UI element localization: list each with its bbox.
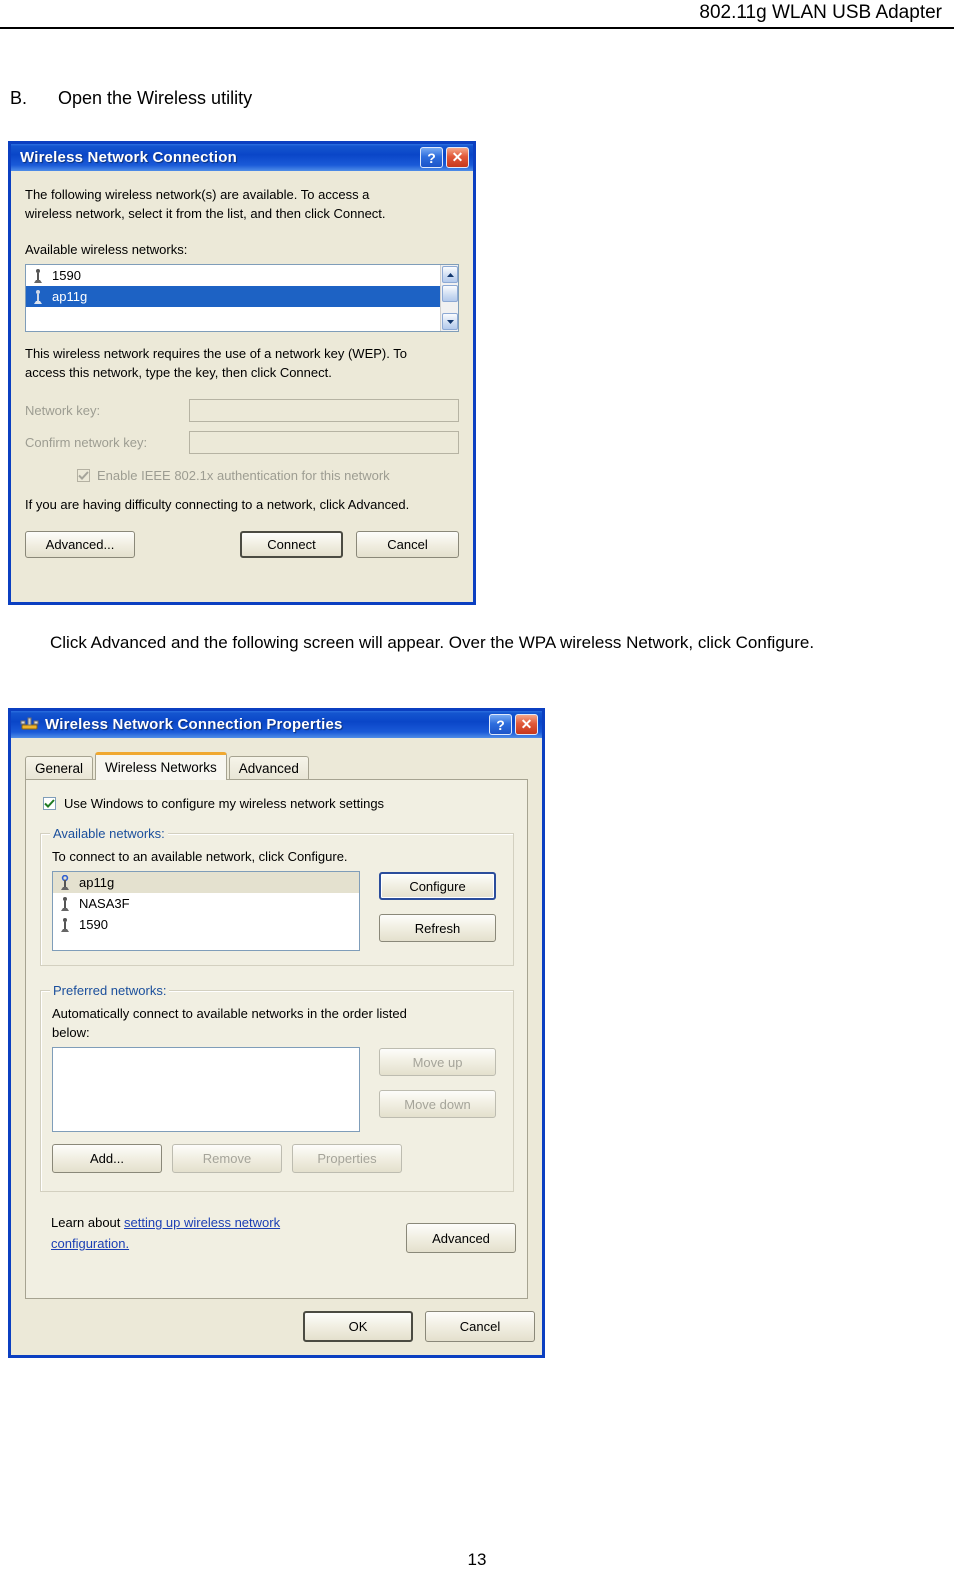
preferred-networks-hint-line2: below: xyxy=(52,1025,90,1040)
tab-general-label: General xyxy=(35,761,84,776)
wireless-network-connection-properties-dialog: Wireless Network Connection Properties ?… xyxy=(8,708,545,1358)
list-item[interactable]: ap11g xyxy=(26,286,458,307)
preferred-networks-listbox[interactable] xyxy=(52,1047,360,1132)
wireless-networks-tab-panel: Use Windows to configure my wireless net… xyxy=(25,779,528,1299)
preferred-networks-group-title: Preferred networks: xyxy=(50,983,170,998)
instruction-paragraph: Click Advanced and the following screen … xyxy=(50,633,815,652)
scroll-thumb[interactable] xyxy=(442,285,458,302)
dialog1-title-buttons: ? ✕ xyxy=(420,147,469,168)
dialog1-button-row: Advanced... Connect Cancel xyxy=(25,531,459,558)
available-networks-label-text: Available wireless networks: xyxy=(25,242,188,257)
learn-about-text: Learn about setting up wireless network … xyxy=(51,1212,351,1254)
dialog1-title: Wireless Network Connection xyxy=(20,149,237,166)
preferred-networks-hint-line1: Automatically connect to available netwo… xyxy=(52,1006,407,1021)
header-title: 802.11g WLAN USB Adapter xyxy=(699,2,942,23)
advanced-button[interactable]: Advanced... xyxy=(25,531,135,558)
enable-8021x-row[interactable]: Enable IEEE 802.1x authentication for th… xyxy=(77,468,459,483)
available-networks-list[interactable]: 1590 ap11g xyxy=(25,264,459,332)
dialog2-title: Wireless Network Connection Properties xyxy=(45,716,343,733)
document-header: 802.11g WLAN USB Adapter xyxy=(0,0,954,30)
enable-8021x-label: Enable IEEE 802.1x authentication for th… xyxy=(97,468,390,483)
move-down-button[interactable]: Move down xyxy=(379,1090,496,1118)
available-networks-group: Available networks: To connect to an ava… xyxy=(40,826,514,966)
help-icon[interactable]: ? xyxy=(489,714,512,735)
wireless-network-icon xyxy=(58,917,72,933)
cancel-button[interactable]: Cancel xyxy=(356,531,459,558)
section-label: B. xyxy=(10,88,28,108)
list-item[interactable]: 1590 xyxy=(53,914,359,935)
tab-advanced-label: Advanced xyxy=(238,761,299,776)
secured-wireless-network-icon xyxy=(58,874,72,891)
move-up-button[interactable]: Move up xyxy=(379,1048,496,1076)
tab-general[interactable]: General xyxy=(25,756,94,780)
scroll-down-icon[interactable] xyxy=(442,313,458,330)
network-key-label: Network key: xyxy=(25,403,101,418)
wireless-network-icon xyxy=(31,289,45,305)
difficulty-notice: If you are having difficulty connecting … xyxy=(25,497,410,512)
dialog2-title-buttons: ? ✕ xyxy=(489,714,538,735)
dialog1-intro-line1: The following wireless network(s) are av… xyxy=(25,187,370,202)
network-name: ap11g xyxy=(52,289,88,304)
available-networks-label: Available wireless networks: xyxy=(25,242,459,257)
list-item[interactable]: NASA3F xyxy=(53,893,359,914)
list-item[interactable]: ap11g xyxy=(53,872,359,893)
available-networks-group-title: Available networks: xyxy=(50,826,168,841)
help-icon[interactable]: ? xyxy=(420,147,443,168)
dialog1-intro: The following wireless network(s) are av… xyxy=(25,185,459,223)
network-name: NASA3F xyxy=(79,896,130,911)
configure-button[interactable]: Configure xyxy=(379,872,496,900)
network-key-input[interactable] xyxy=(188,399,459,422)
header-divider xyxy=(0,27,954,29)
network-adapter-icon xyxy=(20,716,39,733)
close-icon[interactable]: ✕ xyxy=(515,714,538,735)
network-name: ap11g xyxy=(79,875,115,890)
properties-button[interactable]: Properties xyxy=(292,1144,402,1173)
list-scrollbar[interactable] xyxy=(440,265,458,331)
tab-strip: General Wireless Networks Advanced xyxy=(25,752,311,780)
wep-notice-line1: This wireless network requires the use o… xyxy=(25,346,407,361)
available-networks-hint: To connect to an available network, clic… xyxy=(52,849,348,864)
preferred-networks-group: Preferred networks: Automatically connec… xyxy=(40,983,514,1192)
learn-about-prefix: Learn about xyxy=(51,1215,125,1230)
list-item[interactable]: 1590 xyxy=(26,265,458,286)
cancel-button[interactable]: Cancel xyxy=(425,1311,535,1342)
ok-button[interactable]: OK xyxy=(303,1311,413,1342)
wep-notice-line2: access this network, type the key, then … xyxy=(25,365,332,380)
dialog1-body: The following wireless network(s) are av… xyxy=(11,171,473,558)
page-number: 13 xyxy=(467,1550,487,1569)
wireless-network-connection-dialog: Wireless Network Connection ? ✕ The foll… xyxy=(8,141,476,605)
available-networks-listbox[interactable]: ap11g NASA3F 1590 xyxy=(52,871,360,951)
connect-button[interactable]: Connect xyxy=(240,531,343,558)
wep-notice: This wireless network requires the use o… xyxy=(25,344,459,382)
remove-button[interactable]: Remove xyxy=(172,1144,282,1173)
confirm-network-key-label: Confirm network key: xyxy=(25,435,148,450)
use-windows-row[interactable]: Use Windows to configure my wireless net… xyxy=(43,796,384,811)
scroll-up-icon[interactable] xyxy=(442,266,458,283)
add-button[interactable]: Add... xyxy=(52,1144,162,1173)
dialog2-title-bar: Wireless Network Connection Properties ?… xyxy=(11,708,542,738)
dialog1-title-bar: Wireless Network Connection ? ✕ xyxy=(11,141,473,171)
advanced-button[interactable]: Advanced xyxy=(406,1223,516,1253)
learn-about-link-continued[interactable]: configuration. xyxy=(51,1236,129,1251)
confirm-network-key-input[interactable] xyxy=(188,431,459,454)
learn-about-link[interactable]: setting up wireless network xyxy=(124,1215,280,1230)
tab-wireless-networks-label: Wireless Networks xyxy=(105,760,217,775)
section-heading: B. Open the Wireless utility xyxy=(10,88,252,109)
wireless-network-icon xyxy=(58,896,72,912)
preferred-networks-hint: Automatically connect to available netwo… xyxy=(52,1004,407,1042)
use-windows-checkbox[interactable] xyxy=(43,797,56,810)
confirm-network-key-row: Confirm network key: xyxy=(25,431,459,454)
use-windows-label: Use Windows to configure my wireless net… xyxy=(64,796,385,811)
close-icon[interactable]: ✕ xyxy=(446,147,469,168)
enable-8021x-checkbox[interactable] xyxy=(77,469,90,482)
dialog1-intro-line2: wireless network, select it from the lis… xyxy=(25,206,386,221)
refresh-button[interactable]: Refresh xyxy=(379,914,496,942)
tab-advanced[interactable]: Advanced xyxy=(228,756,309,780)
tab-wireless-networks[interactable]: Wireless Networks xyxy=(95,752,227,780)
network-key-row: Network key: xyxy=(25,399,459,422)
wireless-network-icon xyxy=(31,268,45,284)
section-title: Open the Wireless utility xyxy=(58,88,253,108)
network-name: 1590 xyxy=(52,268,81,283)
network-name: 1590 xyxy=(79,917,108,932)
